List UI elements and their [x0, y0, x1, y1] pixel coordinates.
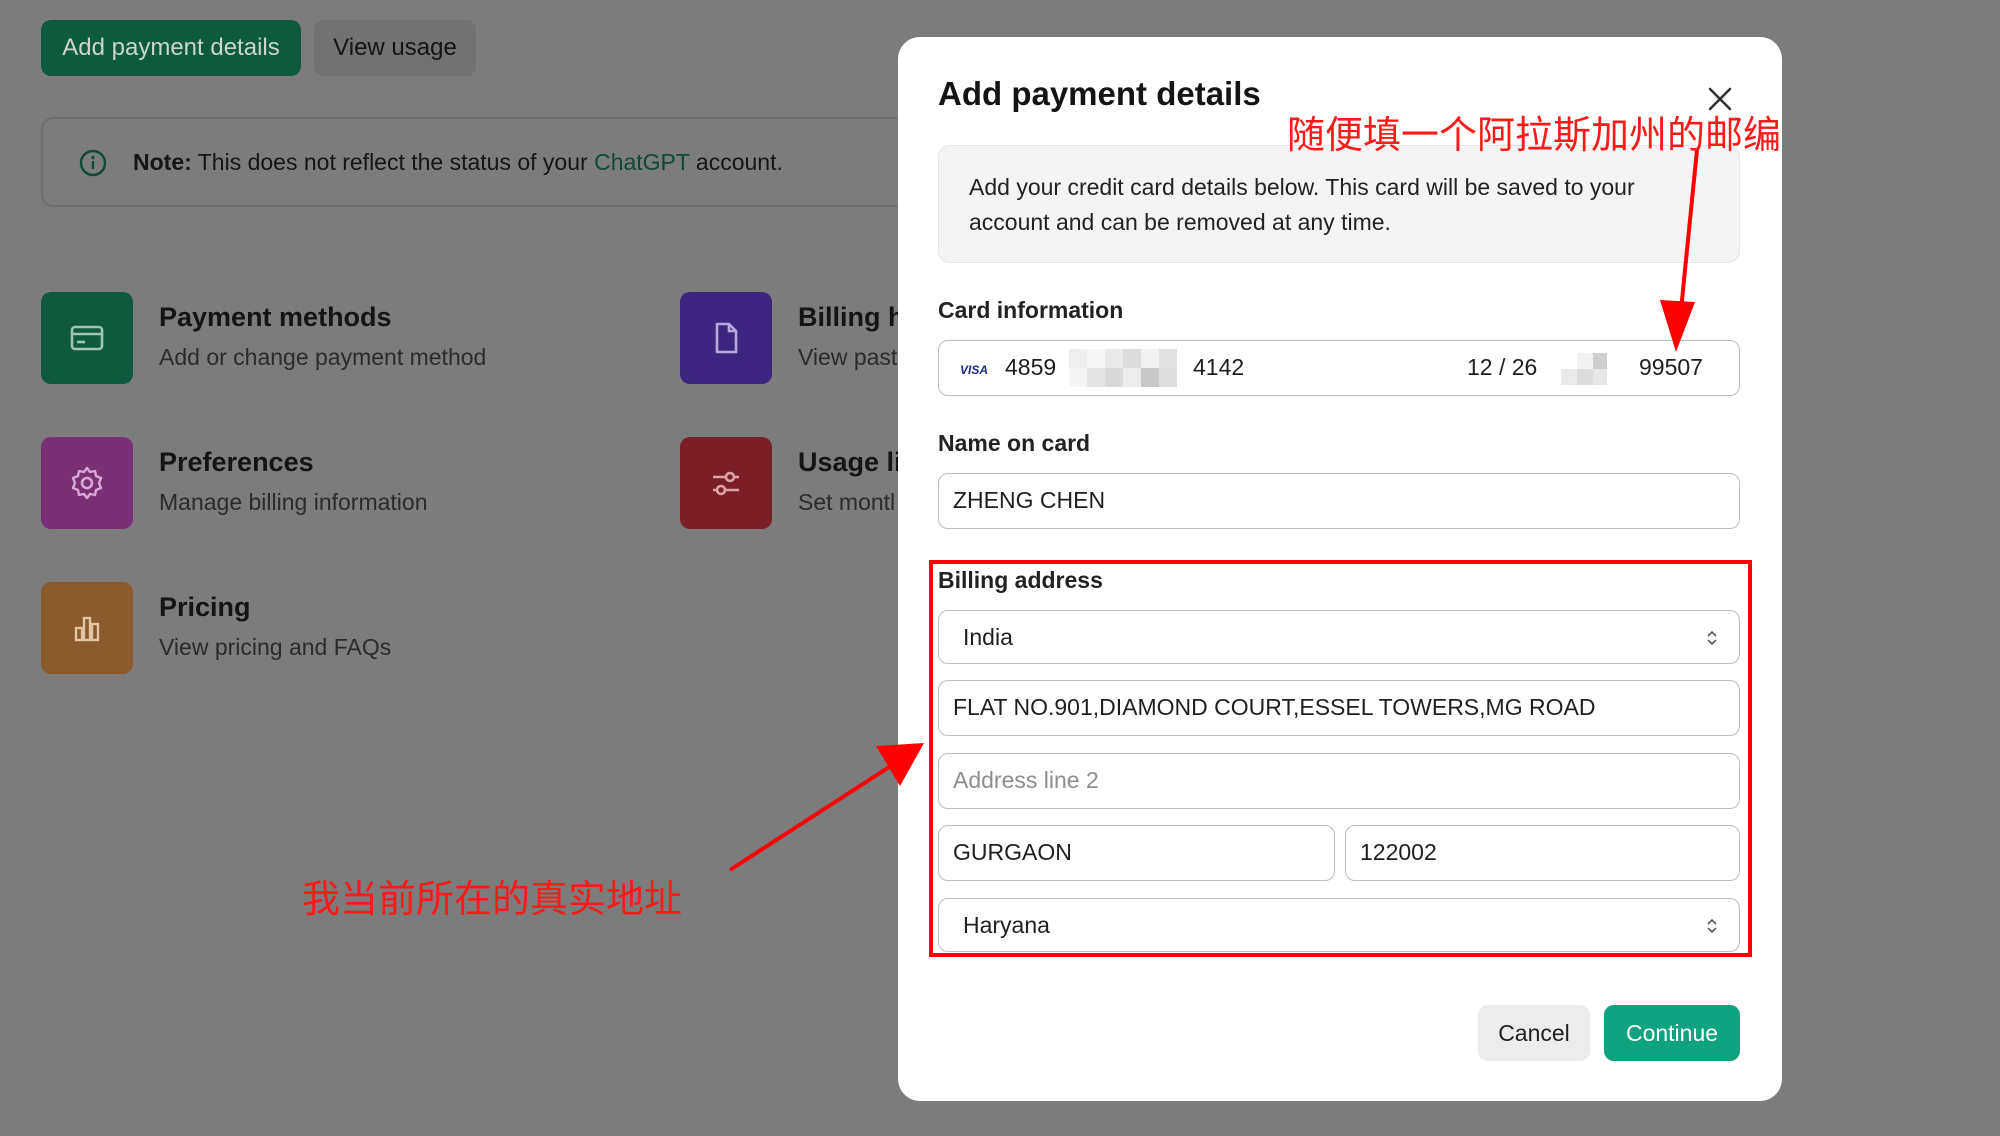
- cancel-button[interactable]: Cancel: [1478, 1005, 1590, 1061]
- note-text: Note: This does not reflect the status o…: [133, 149, 783, 175]
- card-expiry[interactable]: 12 / 26: [1467, 354, 1537, 381]
- card-information-label: Card information: [938, 297, 1124, 323]
- billing-history-tile[interactable]: [680, 292, 772, 384]
- continue-button[interactable]: Continue: [1604, 1005, 1740, 1061]
- card-number-mask: [1069, 349, 1187, 387]
- visa-icon: VISA: [957, 359, 991, 379]
- info-message: Add your credit card details below. This…: [938, 145, 1740, 263]
- preferences-title[interactable]: Preferences: [159, 447, 314, 478]
- card-icon: [70, 325, 104, 351]
- pricing-tile[interactable]: [41, 582, 133, 674]
- payment-methods-subtitle: Add or change payment method: [159, 344, 487, 370]
- cvc-mask[interactable]: [1561, 353, 1607, 385]
- document-icon: [715, 322, 738, 354]
- card-number-last: 4142: [1193, 354, 1245, 380]
- card-number-field[interactable]: VISA 4859 4142 12 / 26 99507: [938, 340, 1740, 396]
- usage-limits-subtitle: Set montl: [798, 489, 896, 515]
- name-on-card-label: Name on card: [938, 430, 1091, 456]
- card-number-first: 4859: [1005, 354, 1057, 380]
- sliders-icon: [713, 471, 739, 496]
- billing-address-highlight-box: [929, 560, 1752, 957]
- usage-limits-title[interactable]: Usage li: [798, 447, 902, 478]
- usage-limits-tile[interactable]: [680, 437, 772, 529]
- info-icon: [79, 149, 107, 177]
- svg-text:VISA: VISA: [960, 363, 988, 377]
- zip-value[interactable]: 99507: [1639, 354, 1703, 381]
- name-on-card-input[interactable]: ZHENG CHEN: [938, 473, 1740, 529]
- address-annotation-text: 我当前所在的真实地址: [302, 877, 683, 921]
- gear-icon: [71, 466, 103, 500]
- chatgpt-link[interactable]: ChatGPT: [594, 149, 689, 175]
- payment-methods-title[interactable]: Payment methods: [159, 302, 392, 333]
- pricing-subtitle: View pricing and FAQs: [159, 634, 392, 660]
- billing-history-subtitle: View past: [798, 344, 898, 370]
- pricing-title[interactable]: Pricing: [159, 592, 251, 623]
- preferences-tile[interactable]: [41, 437, 133, 529]
- note-banner: Note: This does not reflect the status o…: [41, 117, 1021, 207]
- view-usage-button[interactable]: View usage: [314, 20, 476, 76]
- preferences-subtitle: Manage billing information: [159, 489, 428, 515]
- modal-title: Add payment details: [938, 75, 1261, 112]
- billing-history-title[interactable]: Billing h: [798, 302, 904, 333]
- bar-chart-icon: [74, 616, 100, 642]
- add-payment-details-button[interactable]: Add payment details: [41, 20, 301, 76]
- payment-methods-tile[interactable]: [41, 292, 133, 384]
- zip-annotation-text: 随便填一个阿拉斯加州的邮编: [1287, 113, 1782, 157]
